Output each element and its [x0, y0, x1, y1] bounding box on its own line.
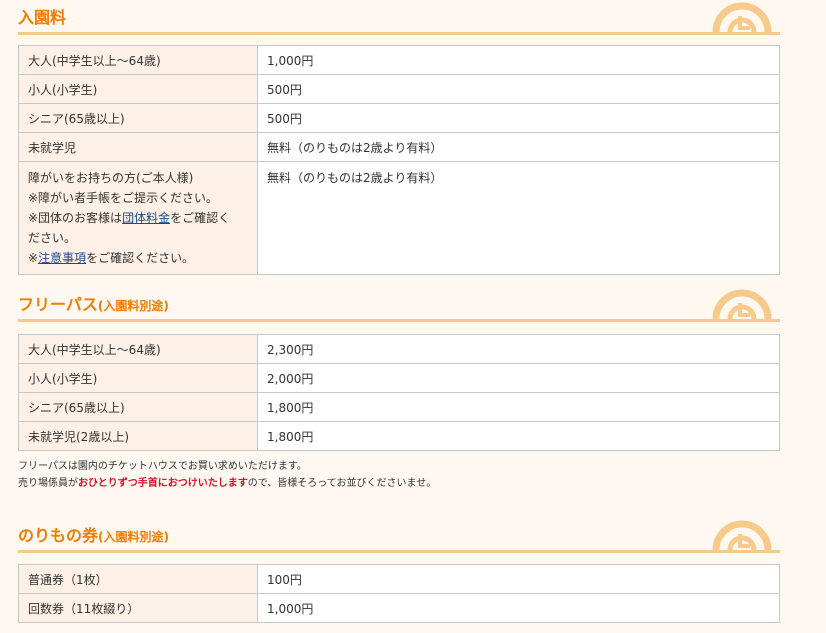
row-value: 1,800円 [257, 421, 780, 451]
row-label-disabled: 障がいをお持ちの方(ご本人様) ※障がい者手帳をご提示ください。 ※団体のお客様… [18, 161, 258, 275]
row-label: 未就学児(2歳以上) [18, 421, 258, 451]
section-title-text: フリーパス [18, 295, 98, 314]
note2-suffix: ので、皆様そろってお並びくださいませ。 [247, 478, 437, 489]
row-value: 1,800円 [257, 392, 780, 422]
section-header-rides: のりもの券(入園料別途) [18, 518, 780, 553]
table-row: 未就学児 無料（のりものは2歳より有料） [18, 132, 780, 162]
clock-swirl-icon [712, 289, 772, 320]
row-value: 1,000円 [257, 45, 780, 75]
note2-prefix: 売り場係員が [18, 478, 78, 489]
line5-suffix: をご確認ください。 [86, 251, 195, 265]
disabled-line-2: ※障がい者手帳をご提示ください。 [28, 191, 219, 205]
table-row: 小人(小学生) 500円 [18, 74, 780, 104]
line5-prefix: ※ [28, 251, 39, 265]
section-header-freepass: フリーパス(入園料別途) [18, 287, 780, 322]
row-value: 500円 [257, 103, 780, 133]
section-title-rides: のりもの券(入園料別途) [18, 522, 169, 546]
table-row: 小人(小学生) 2,000円 [18, 363, 780, 393]
clock-swirl-icon [712, 2, 772, 33]
freepass-table: 大人(中学生以上〜64歳) 2,300円 小人(小学生) 2,000円 シニア(… [18, 334, 780, 451]
section-title-freepass: フリーパス(入園料別途) [18, 291, 169, 315]
freepass-notes: フリーパスは園内のチケットハウスでお買い求めいただけます。 売り場係員がおひとり… [18, 458, 798, 492]
row-label: 回数券（11枚綴り） [18, 593, 258, 623]
row-label: 普通券（1枚） [18, 564, 258, 594]
table-row: 大人(中学生以上〜64歳) 2,300円 [18, 334, 780, 364]
section-title-admission: 入園料 [18, 4, 66, 28]
freepass-note-2: 売り場係員がおひとりずつ手首におつけいたしますので、皆様そろってお並びくださいま… [18, 475, 798, 492]
disabled-line-5: ※注意事項をご確認ください。 [28, 248, 248, 268]
section-subtitle: (入園料別途) [98, 530, 169, 544]
line3-prefix: ※団体のお客様は [28, 211, 123, 225]
row-value: 100円 [257, 564, 780, 594]
row-label: 小人(小学生) [18, 74, 258, 104]
row-label: 小人(小学生) [18, 363, 258, 393]
freepass-note-1: フリーパスは園内のチケットハウスでお買い求めいただけます。 [18, 461, 307, 472]
row-label: シニア(65歳以上) [18, 103, 258, 133]
section-title-text: 入園料 [18, 8, 67, 27]
table-row-disabled: 障がいをお持ちの方(ご本人様) ※障がい者手帳をご提示ください。 ※団体のお客様… [18, 161, 780, 275]
row-label: 未就学児 [18, 132, 258, 162]
notes-link[interactable]: 注意事項 [38, 251, 86, 265]
table-row: シニア(65歳以上) 1,800円 [18, 392, 780, 422]
row-label: 大人(中学生以上〜64歳) [18, 45, 258, 75]
section-title-text: のりもの券 [18, 526, 99, 545]
disabled-line-4: ださい。 [28, 231, 77, 245]
row-value: 2,000円 [257, 363, 780, 393]
price-page: 入園料 大人(中学生以上〜64歳) 1,000円 小人(小学生) 500円 シニ… [0, 0, 826, 633]
table-row: シニア(65歳以上) 500円 [18, 103, 780, 133]
section-subtitle: (入園料別途) [97, 299, 169, 313]
row-label: シニア(65歳以上) [18, 392, 258, 422]
row-value: 1,000円 [257, 593, 780, 623]
row-label: 大人(中学生以上〜64歳) [18, 334, 258, 364]
row-value: 無料（のりものは2歳より有料） [257, 132, 780, 162]
table-row: 回数券（11枚綴り） 1,000円 [18, 593, 780, 623]
section-header-admission: 入園料 [18, 0, 780, 35]
disabled-line-3: ※団体のお客様は団体料金をご確認く [28, 208, 248, 228]
rides-table: 普通券（1枚） 100円 回数券（11枚綴り） 1,000円 [18, 564, 780, 623]
group-fee-link[interactable]: 団体料金 [122, 211, 170, 225]
disabled-line-1: 障がいをお持ちの方(ご本人様) [28, 171, 194, 185]
clock-swirl-icon [712, 520, 772, 551]
line3-suffix: をご確認く [170, 211, 231, 225]
note2-emphasis: おひとりずつ手首におつけいたします [78, 478, 248, 489]
admission-table: 大人(中学生以上〜64歳) 1,000円 小人(小学生) 500円 シニア(65… [18, 45, 780, 275]
row-value: 500円 [257, 74, 780, 104]
row-value-disabled: 無料（のりものは2歳より有料） [257, 161, 780, 275]
table-row: 普通券（1枚） 100円 [18, 564, 780, 594]
row-value: 2,300円 [257, 334, 780, 364]
table-row: 未就学児(2歳以上) 1,800円 [18, 421, 780, 451]
table-row: 大人(中学生以上〜64歳) 1,000円 [18, 45, 780, 75]
